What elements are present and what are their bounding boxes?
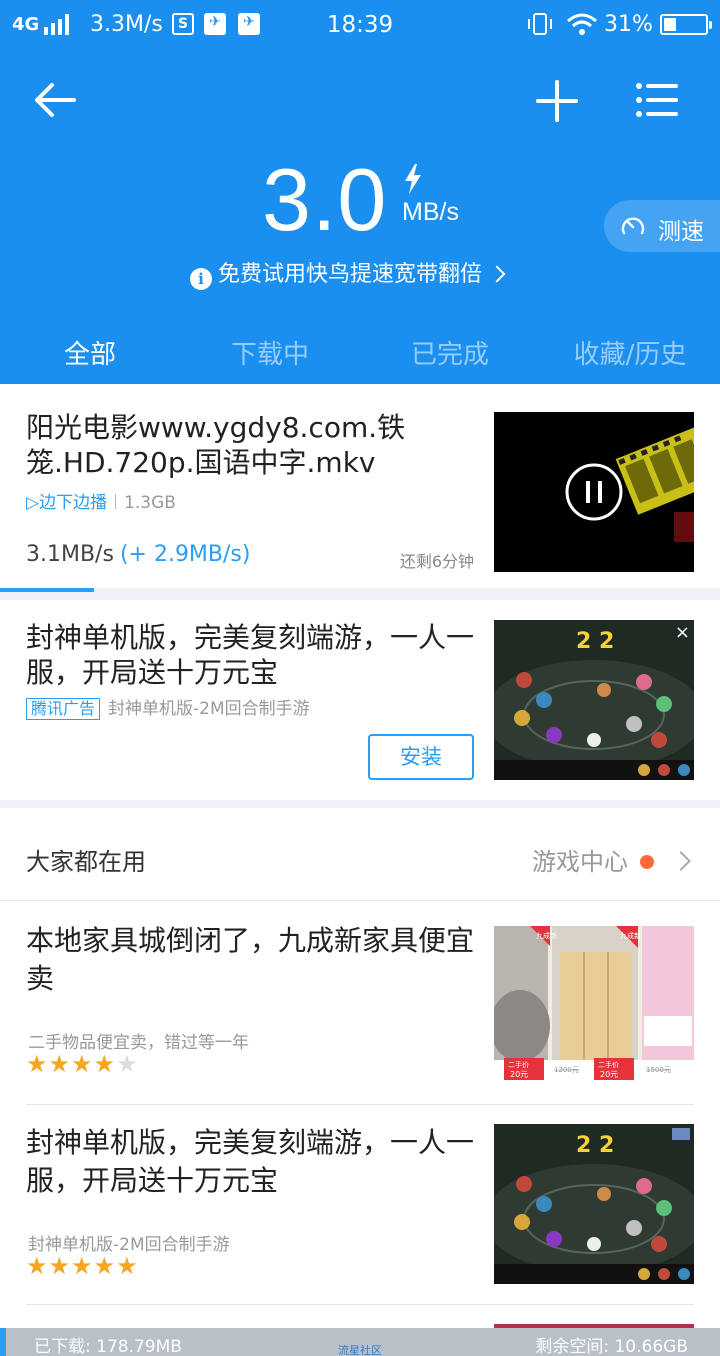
task-filename: 阳光电影www.ygdy8.com.铁笼.HD.720p.国语中字.mkv bbox=[26, 411, 406, 479]
ad-meta: 腾讯广告 封神单机版-2M回合制手游 bbox=[26, 694, 310, 720]
task-speed-value: 3.1MB/s bbox=[26, 542, 114, 567]
ad-card[interactable]: 封神单机版，完美复刻端游，一人一服，开局送十万元宝 腾讯广告 封神单机版-2M回合… bbox=[0, 600, 720, 800]
tab-downloading[interactable]: 下载中 bbox=[180, 334, 360, 371]
wifi-icon bbox=[567, 13, 597, 35]
lightning-icon bbox=[405, 164, 421, 194]
vibrate-icon bbox=[528, 13, 552, 35]
battery-percent: 31% bbox=[604, 12, 653, 37]
task-time-remaining: 还剩6分钟 bbox=[399, 552, 474, 571]
thumb-text: 二手价 bbox=[508, 1060, 529, 1069]
speed-test-button[interactable]: 测速 bbox=[604, 200, 720, 252]
thumb-text: 1500元 bbox=[646, 1066, 671, 1074]
thumb-text: 二手价 bbox=[598, 1060, 619, 1069]
header: 4G 3.3M/s S ✈ ✈ 18:39 31% 3.0 MB/s 测速 i … bbox=[0, 0, 720, 384]
task-meta: ▷边下边播 1.3GB bbox=[26, 488, 176, 513]
star-filled-icon: ★ bbox=[71, 1252, 94, 1280]
thumb-text: 1200元 bbox=[554, 1066, 579, 1074]
thumb-text: 九成新 bbox=[536, 931, 557, 940]
speedometer-icon bbox=[621, 217, 645, 235]
item-title: 封神单机版，完美复刻端游，一人一服，开局送十万元宝 bbox=[26, 1126, 475, 1197]
star-empty-icon: ★ bbox=[116, 1050, 139, 1078]
tab-all[interactable]: 全部 bbox=[0, 334, 180, 371]
tab-completed[interactable]: 已完成 bbox=[360, 334, 540, 371]
free-space: 剩余空间: 10.66GB bbox=[535, 1337, 688, 1356]
play-while-downloading-link[interactable]: ▷边下边播 bbox=[26, 493, 107, 513]
game-scene-image: 2 2 bbox=[494, 620, 694, 780]
tab-bar: 全部 下载中 已完成 收藏/历史 bbox=[0, 320, 720, 384]
svg-text:2 2: 2 2 bbox=[576, 1133, 614, 1158]
game-scene-image: 2 2 bbox=[494, 1124, 694, 1284]
game-thumbnail: 2 2 bbox=[494, 1124, 694, 1284]
recommend-section: 大家都在用 游戏中心 本地家具城倒闭了，九成新家具便宜卖 二手物品便宜卖，错过等… bbox=[0, 808, 720, 1328]
divider bbox=[26, 1104, 694, 1105]
chevron-right-icon bbox=[671, 851, 691, 871]
tab-favorites-history[interactable]: 收藏/历史 bbox=[540, 334, 720, 371]
status-bar: 4G 3.3M/s S ✈ ✈ 18:39 31% bbox=[0, 0, 720, 50]
download-speed-unit: MB/s bbox=[402, 198, 459, 226]
pause-icon[interactable] bbox=[564, 462, 624, 522]
star-filled-icon: ★ bbox=[71, 1050, 94, 1078]
download-progress-bar bbox=[0, 588, 720, 592]
star-filled-icon: ★ bbox=[48, 1050, 72, 1078]
divider bbox=[0, 900, 720, 901]
rating-stars: ★★★★★ bbox=[26, 1050, 139, 1078]
star-filled-icon: ★ bbox=[93, 1050, 117, 1078]
speed-test-label: 测速 bbox=[658, 219, 704, 245]
divider bbox=[26, 1304, 694, 1305]
star-filled-icon: ★ bbox=[93, 1252, 117, 1280]
download-speed-value: 3.0 bbox=[262, 150, 388, 249]
notification-dot bbox=[640, 855, 654, 869]
game-center-link[interactable]: 游戏中心 bbox=[532, 842, 691, 877]
star-filled-icon: ★ bbox=[48, 1252, 72, 1280]
star-filled-icon: ★ bbox=[26, 1050, 49, 1078]
info-icon: i bbox=[190, 268, 212, 290]
task-size: 1.3GB bbox=[124, 493, 176, 513]
svg-text:2 2: 2 2 bbox=[576, 629, 614, 654]
battery-icon bbox=[660, 14, 712, 35]
ad-title: 封神单机版，完美复刻端游，一人一服，开局送十万元宝 bbox=[26, 621, 475, 689]
game-thumbnail[interactable]: 2 2 × bbox=[494, 620, 694, 780]
menu-list-icon[interactable] bbox=[634, 78, 680, 122]
game-center-label: 游戏中心 bbox=[532, 848, 628, 876]
download-task[interactable]: 阳光电影www.ygdy8.com.铁笼.HD.720p.国语中字.mkv ▷边… bbox=[0, 384, 720, 592]
thumb-text: 20元 bbox=[510, 1070, 528, 1079]
promo-link[interactable]: i 免费试用快鸟提速宽带翻倍 bbox=[190, 256, 506, 290]
close-ad-icon[interactable]: × bbox=[675, 622, 690, 643]
ad-subtitle: 封神单机版-2M回合制手游 bbox=[108, 699, 310, 719]
promo-text: 免费试用快鸟提速宽带翻倍 bbox=[218, 262, 483, 287]
item-title: 本地家具城倒闭了，九成新家具便宜卖 bbox=[26, 924, 475, 995]
star-filled-icon: ★ bbox=[26, 1252, 49, 1280]
thumb-text: 九成新 bbox=[620, 931, 641, 940]
add-task-icon[interactable] bbox=[534, 78, 580, 124]
thumb-text: 20元 bbox=[600, 1070, 618, 1079]
task-speed-boost: (+ 2.9MB/s) bbox=[119, 542, 251, 567]
video-thumbnail[interactable] bbox=[494, 412, 694, 572]
install-button[interactable]: 安装 bbox=[368, 734, 474, 780]
task-speed: 3.1MB/s (+ 2.9MB/s) bbox=[26, 542, 250, 567]
furniture-image: 九成新 九成新 二手价 20元 1200元 二手价 20元 1500元 bbox=[494, 926, 694, 1082]
furniture-thumbnail: 九成新 九成新 二手价 20元 1200元 二手价 20元 1500元 bbox=[494, 926, 694, 1082]
rating-stars: ★★★★★ bbox=[26, 1252, 139, 1280]
ad-source-tag: 腾讯广告 bbox=[26, 698, 101, 720]
storage-bar: 已下载: 178.79MB 流星社区 剩余空间: 10.66GB bbox=[0, 1328, 720, 1356]
back-arrow-icon[interactable] bbox=[30, 78, 80, 122]
recommend-heading: 大家都在用 bbox=[26, 848, 146, 876]
star-filled-icon: ★ bbox=[116, 1252, 139, 1280]
chevron-right-icon bbox=[488, 265, 506, 283]
